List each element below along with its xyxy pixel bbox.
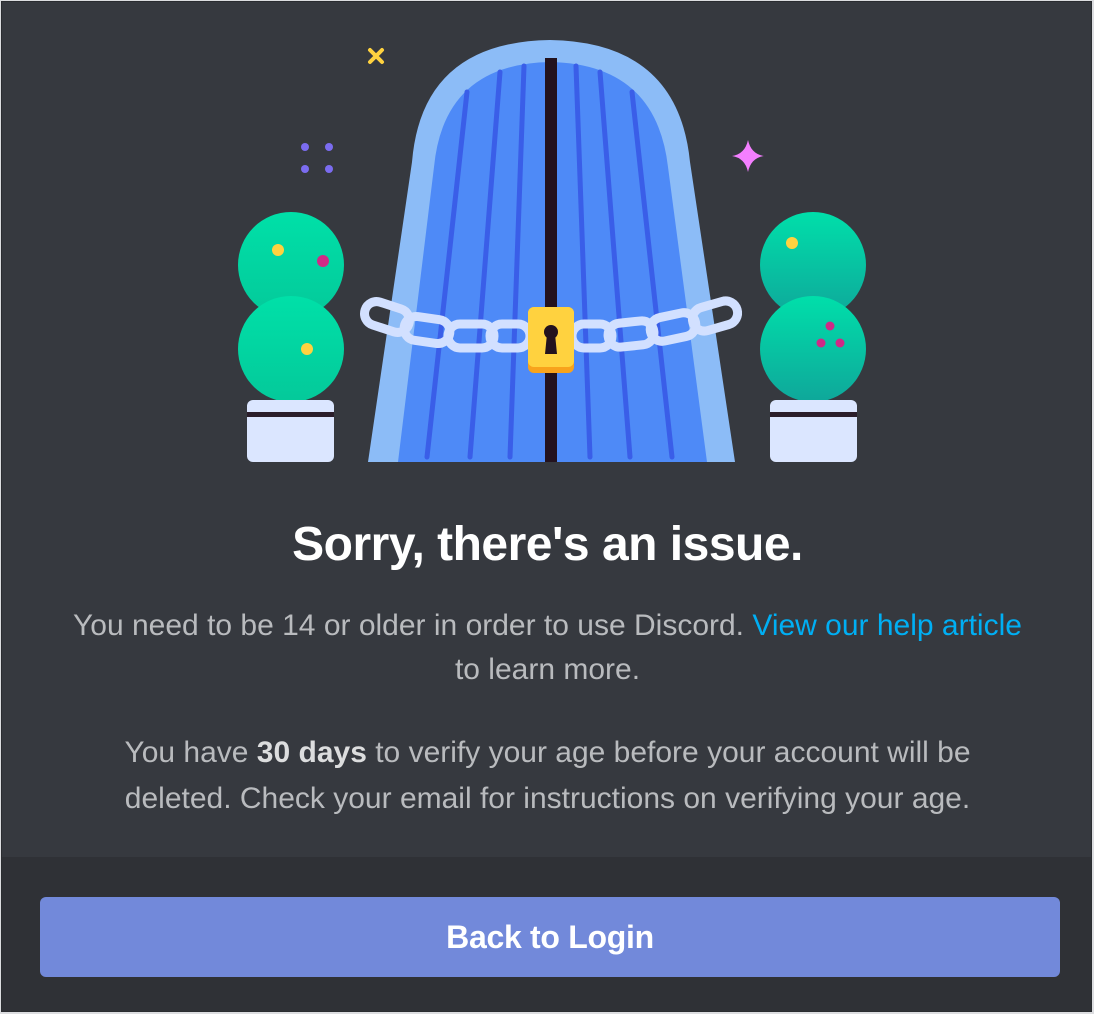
sparkle-pink-icon — [732, 140, 764, 172]
sparkle-purple-icon — [301, 143, 333, 173]
sparkle-yellow-icon — [368, 48, 384, 64]
modal-footer: Back to Login — [2, 857, 1091, 1011]
door — [368, 40, 735, 462]
left-topiary-plant — [238, 212, 344, 462]
verification-notice: You have 30 days to verify your age befo… — [72, 730, 1023, 822]
help-article-link[interactable]: View our help article — [752, 609, 1022, 642]
age-verification-modal: Sorry, there's an issue. You need to be … — [1, 1, 1092, 1012]
page-title: Sorry, there's an issue. — [292, 518, 803, 571]
age-requirement-message: You need to be 14 or older in order to u… — [72, 604, 1023, 692]
locked-door-illustration — [238, 40, 866, 462]
padlock-icon — [528, 307, 574, 373]
back-to-login-button[interactable]: Back to Login — [40, 897, 1060, 977]
notice-text: You have — [124, 736, 257, 769]
days-remaining: 30 days — [256, 736, 367, 769]
message-text: You need to be 14 or older in order to u… — [73, 609, 753, 642]
right-topiary-plant — [760, 212, 866, 462]
message-suffix: to learn more. — [454, 653, 641, 686]
